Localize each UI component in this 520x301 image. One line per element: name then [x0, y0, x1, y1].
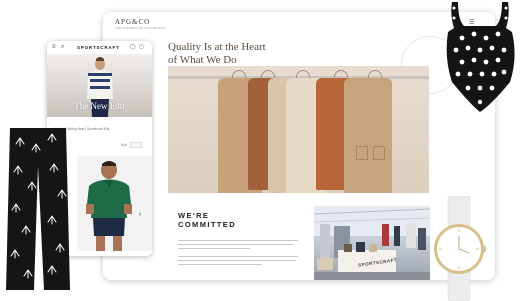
tan-utility-jacket [344, 78, 392, 193]
hanger-icon [296, 70, 310, 78]
polka-dot-swimsuit-image [446, 2, 515, 112]
bag-icon[interactable]: ▢ [139, 44, 144, 50]
sort-dropdown[interactable] [130, 142, 142, 148]
hanger-icon [261, 70, 275, 78]
jacket-pocket [356, 146, 368, 160]
mobile-nav-bar: ≡ ⌕ SPORTSCRAFT ◯ ▢ [47, 41, 152, 55]
product-card[interactable] [77, 156, 152, 251]
patterned-pants-image [6, 128, 70, 290]
account-icon[interactable]: ◯ [130, 44, 136, 50]
hamburger-icon[interactable]: ≡ [52, 44, 56, 50]
mobile-hero-title: The New Edit [74, 101, 125, 111]
mobile-hero-image: The New Edit [47, 55, 152, 117]
hero-title-line-1: Quality Is at the Heart [168, 41, 266, 53]
watch-image [434, 196, 486, 301]
store-interior-image: SPORTSCRAFT [314, 206, 430, 280]
logo-text: APG&CO [115, 18, 151, 26]
chevron-right-icon[interactable]: › [139, 211, 141, 218]
committed-heading: WE'RE COMMITTED [178, 211, 236, 229]
mobile-brand[interactable]: SPORTSCRAFT [77, 45, 120, 50]
sort-label: Sort [121, 143, 128, 147]
hanger-icon [334, 70, 348, 78]
committed-heading-line-1: WE'RE [178, 211, 210, 220]
polo-model [86, 161, 132, 251]
hero-clothing-rack-image [168, 66, 429, 193]
committed-heading-line-2: COMMITTED [178, 220, 237, 229]
hanger-icon [232, 70, 246, 78]
site-logo[interactable]: APG&CO THE AUSTRALIAN COLLECTION [115, 18, 165, 30]
jacket-pocket [373, 146, 385, 160]
hero-title-line-2: of What We Do [168, 54, 237, 66]
hero-title: Quality Is at the Heart of What We Do [168, 41, 378, 67]
search-icon[interactable]: ⌕ [61, 44, 64, 51]
hanger-icon [368, 70, 382, 78]
committed-body-text [178, 240, 298, 268]
logo-tagline: THE AUSTRALIAN COLLECTION [115, 27, 166, 30]
store-scene [314, 206, 430, 280]
